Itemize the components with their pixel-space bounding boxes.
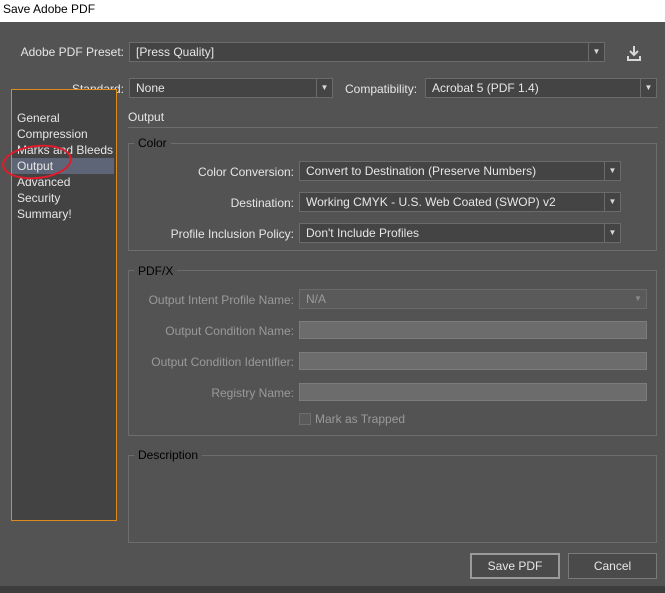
sidebar-item-general[interactable]: General <box>12 110 114 126</box>
window-title: Save Adobe PDF <box>0 0 665 22</box>
condition-name-field[interactable] <box>299 321 647 339</box>
condition-name-label: Output Condition Name: <box>165 324 294 338</box>
condition-identifier-field[interactable] <box>299 352 647 370</box>
preset-value: [Press Quality] <box>136 45 215 59</box>
destination-label: Destination: <box>230 196 294 210</box>
chevron-down-icon: ▼ <box>604 224 620 242</box>
color-conversion-dropdown[interactable]: Convert to Destination (Preserve Numbers… <box>299 161 621 181</box>
profile-policy-label: Profile Inclusion Policy: <box>170 227 294 241</box>
condition-identifier-label: Output Condition Identifier: <box>151 355 294 369</box>
chevron-down-icon: ▼ <box>640 79 656 97</box>
sidebar-item-summary[interactable]: Summary! <box>12 206 114 222</box>
standard-value: None <box>136 81 165 95</box>
profile-policy-dropdown[interactable]: Don't Include Profiles ▼ <box>299 223 621 243</box>
save-pdf-button[interactable]: Save PDF <box>470 553 560 579</box>
save-preset-icon[interactable] <box>623 42 645 64</box>
destination-value: Working CMYK - U.S. Web Coated (SWOP) v2 <box>306 195 556 209</box>
cancel-button[interactable]: Cancel <box>568 553 657 579</box>
intent-profile-value: N/A <box>306 292 327 306</box>
compatibility-label: Compatibility: <box>345 82 418 96</box>
profile-policy-value: Don't Include Profiles <box>306 226 420 240</box>
sidebar-item-security[interactable]: Security <box>12 190 114 206</box>
intent-profile-label: Output Intent Profile Name: <box>148 293 294 307</box>
compatibility-value: Acrobat 5 (PDF 1.4) <box>432 81 539 95</box>
chevron-down-icon: ▼ <box>604 162 620 180</box>
chevron-down-icon: ▼ <box>316 79 332 97</box>
mark-trapped-label: Mark as Trapped <box>315 412 406 426</box>
chevron-down-icon: ▼ <box>604 193 620 211</box>
color-conversion-value: Convert to Destination (Preserve Numbers… <box>306 164 537 178</box>
description-group-title: Description <box>134 448 203 462</box>
preset-dropdown[interactable]: [Press Quality] ▼ <box>129 42 605 62</box>
description-group <box>128 455 657 543</box>
color-conversion-label: Color Conversion: <box>197 165 294 179</box>
mark-trapped-checkbox[interactable] <box>299 413 311 425</box>
standard-dropdown[interactable]: None ▼ <box>129 78 333 98</box>
compatibility-dropdown[interactable]: Acrobat 5 (PDF 1.4) ▼ <box>425 78 657 98</box>
section-title: Output <box>128 110 165 124</box>
registry-name-field[interactable] <box>299 383 647 401</box>
sidebar-item-compression[interactable]: Compression <box>12 126 114 142</box>
chevron-down-icon: ▼ <box>634 294 642 303</box>
dialog-bottom-edge <box>0 586 665 593</box>
intent-profile-dropdown[interactable]: N/A ▼ <box>299 289 647 309</box>
section-divider <box>128 127 658 128</box>
pdfx-group-title: PDF/X <box>134 264 178 278</box>
preset-label: Adobe PDF Preset: <box>20 45 124 59</box>
color-group-title: Color <box>134 136 171 150</box>
destination-dropdown[interactable]: Working CMYK - U.S. Web Coated (SWOP) v2… <box>299 192 621 212</box>
chevron-down-icon: ▼ <box>588 43 604 61</box>
registry-name-label: Registry Name: <box>211 386 294 400</box>
